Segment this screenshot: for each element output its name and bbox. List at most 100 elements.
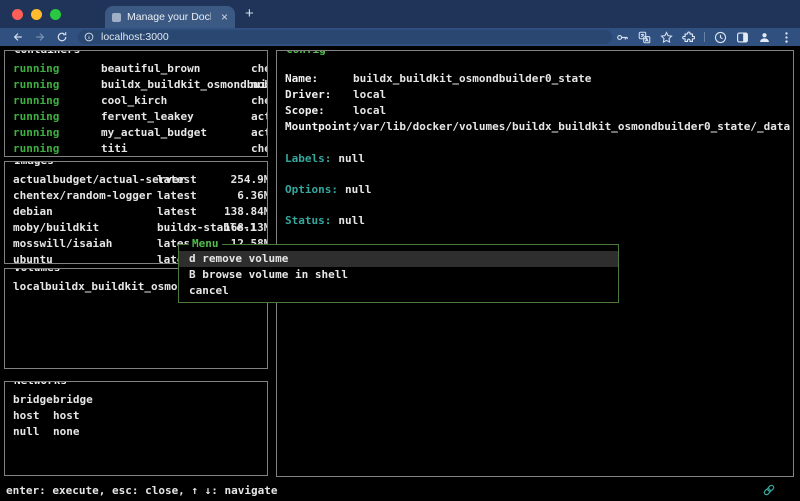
- container-status: running: [13, 125, 59, 141]
- network-row[interactable]: bridge bridge: [5, 392, 267, 408]
- image-name: chentex/random-logger: [13, 188, 152, 204]
- tab-close-icon[interactable]: ×: [221, 11, 228, 23]
- network-row[interactable]: null none: [5, 424, 267, 440]
- titlebar: Manage your Docker fleet wi × +: [0, 0, 800, 28]
- container-name: cool_kirch: [101, 93, 167, 109]
- config-field-status: Status: null: [277, 213, 793, 229]
- tab-favicon-icon: [112, 13, 121, 22]
- config-field-scope: Scope: local: [277, 103, 793, 119]
- container-status: running: [13, 141, 59, 157]
- network-driver: bridge: [53, 392, 93, 408]
- config-field-options: Options: null: [277, 182, 793, 198]
- menu-item-browse-volume-in-shell[interactable]: B browse volume in shell: [179, 267, 618, 283]
- url-text: localhost:3000: [101, 30, 169, 44]
- menu-item-cancel[interactable]: cancel: [179, 283, 618, 299]
- reload-icon[interactable]: [56, 31, 68, 43]
- overflow-menu-icon[interactable]: [780, 31, 793, 44]
- image-row[interactable]: actualbudget/actual-server latest 254.9M…: [5, 172, 267, 188]
- volume-driver: local: [13, 279, 46, 295]
- container-row[interactable]: running cool_kirch che: [5, 93, 267, 109]
- container-row[interactable]: running buildx_buildkit_osmondbuilder0 m…: [5, 77, 267, 93]
- network-driver: host: [53, 408, 80, 424]
- key-icon[interactable]: [616, 31, 629, 44]
- config-panel-title: Config: [283, 50, 329, 56]
- close-window-button[interactable]: [12, 9, 23, 20]
- side-panel-icon[interactable]: [736, 31, 749, 44]
- config-key: Scope:: [285, 103, 325, 119]
- browser-window: Manage your Docker fleet wi × + localhos…: [0, 0, 800, 501]
- config-value: /var/lib/docker/volumes/buildx_buildkit_…: [353, 119, 790, 135]
- back-icon[interactable]: [12, 31, 24, 43]
- container-name: fervent_leakey: [101, 109, 194, 125]
- isaiah-app: Containers running beautiful_brown che r…: [0, 46, 800, 501]
- toolbar-separator: [704, 32, 705, 42]
- connection-link-icon: [762, 483, 776, 497]
- network-driver: none: [53, 424, 80, 440]
- image-row[interactable]: moby/buildkit buildx-stable-1 168.13MB: [5, 220, 267, 236]
- window-controls: [12, 9, 61, 20]
- containers-panel-title: Containers: [11, 50, 83, 56]
- container-status: running: [13, 61, 59, 77]
- config-key: Name:: [285, 71, 318, 87]
- network-name: null: [13, 424, 40, 440]
- image-row[interactable]: debian latest 138.84MB: [5, 204, 267, 220]
- container-image: act: [251, 125, 267, 141]
- extension-icon[interactable]: [714, 31, 727, 44]
- menu-title: Menu: [189, 237, 222, 250]
- new-tab-button[interactable]: +: [245, 5, 254, 22]
- zoom-window-button[interactable]: [50, 9, 61, 20]
- config-key: Options:: [285, 183, 338, 196]
- keybind-help-bar: enter: execute, esc: close, ↑ ↓: navigat…: [6, 484, 278, 500]
- network-row[interactable]: host host: [5, 408, 267, 424]
- config-value: null: [338, 214, 365, 227]
- images-panel-title: Images: [11, 161, 57, 167]
- image-name: debian: [13, 204, 53, 220]
- container-image: che: [251, 141, 267, 157]
- browser-tab[interactable]: Manage your Docker fleet wi ×: [105, 6, 235, 28]
- container-name: beautiful_brown: [101, 61, 200, 77]
- minimize-window-button[interactable]: [31, 9, 42, 20]
- tab-title: Manage your Docker fleet wi: [127, 11, 211, 23]
- image-size: 168.13MB: [185, 220, 267, 236]
- profile-icon[interactable]: [758, 31, 771, 44]
- image-name: moby/buildkit: [13, 220, 99, 236]
- network-name: host: [13, 408, 40, 424]
- network-name: bridge: [13, 392, 53, 408]
- config-key: Labels:: [285, 152, 331, 165]
- site-info-icon[interactable]: [84, 32, 94, 42]
- address-bar[interactable]: localhost:3000: [78, 30, 612, 44]
- container-name: buildx_buildkit_osmondbuilder0: [101, 77, 267, 93]
- image-row[interactable]: chentex/random-logger latest 6.36MB: [5, 188, 267, 204]
- container-row[interactable]: running titi che: [5, 141, 267, 157]
- container-image: mob: [251, 77, 267, 93]
- container-status: running: [13, 93, 59, 109]
- containers-panel: Containers running beautiful_brown che r…: [4, 50, 268, 157]
- volumes-panel-title: Volumes: [11, 268, 63, 274]
- menu-item-remove-volume[interactable]: d remove volume: [179, 251, 618, 267]
- networks-panel-title: Networks: [11, 381, 70, 387]
- config-value: null: [345, 183, 372, 196]
- config-key: Driver:: [285, 87, 331, 103]
- translate-icon[interactable]: [638, 31, 651, 44]
- container-name: my_actual_budget: [101, 125, 207, 141]
- forward-icon[interactable]: [34, 31, 46, 43]
- container-name: titi: [101, 141, 128, 157]
- bookmark-star-icon[interactable]: [660, 31, 673, 44]
- config-value: null: [338, 152, 365, 165]
- image-size: 138.84MB: [185, 204, 267, 220]
- container-row[interactable]: running beautiful_brown che: [5, 61, 267, 77]
- container-status: running: [13, 109, 59, 125]
- container-row[interactable]: running fervent_leakey act: [5, 109, 267, 125]
- config-field-mountpoint: Mountpoint: /var/lib/docker/volumes/buil…: [277, 119, 793, 135]
- container-image: che: [251, 93, 267, 109]
- image-name: mosswill/isaiah: [13, 236, 112, 252]
- config-key: Mountpoint:: [285, 119, 358, 135]
- config-value: local: [353, 103, 386, 119]
- config-value: local: [353, 87, 386, 103]
- container-row[interactable]: running my_actual_budget act: [5, 125, 267, 141]
- browser-toolbar: localhost:3000: [0, 28, 800, 46]
- extensions-icon[interactable]: [682, 31, 695, 44]
- config-field-driver: Driver: local: [277, 87, 793, 103]
- image-size: 6.36MB: [185, 188, 267, 204]
- config-key: Status:: [285, 214, 331, 227]
